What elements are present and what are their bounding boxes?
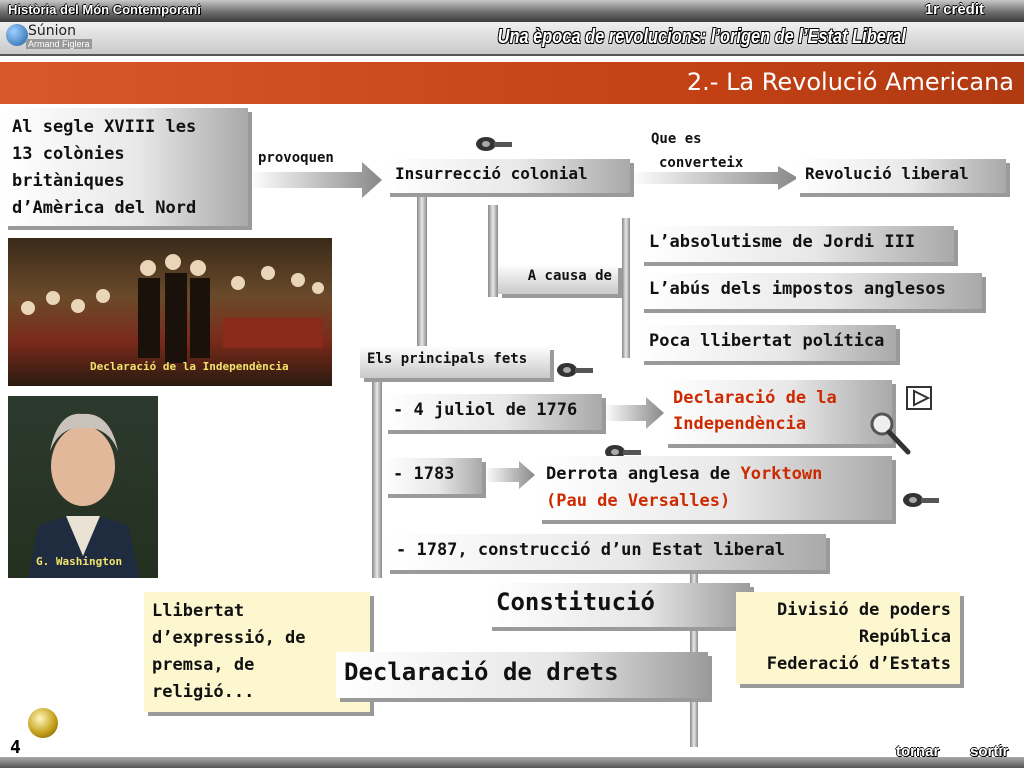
page-number: 4	[10, 737, 21, 758]
rights-box: Declaració de drets	[336, 652, 708, 698]
insurrection-label: Insurrecció colonial	[395, 164, 588, 183]
cause-label: L’abús dels impostos anglesos	[649, 279, 946, 299]
header-top-bar: Història del Món Contemporani 1r crèdit	[0, 0, 1024, 22]
intro-box: Al segle XVIII les 13 colònies britàniqu…	[4, 108, 248, 226]
rights-line: religió...	[152, 682, 255, 702]
cause-label: Poca llibertat política	[649, 331, 885, 351]
declaration-independence-box[interactable]: Declaració de la Independència	[664, 380, 892, 444]
a-causa-de-box: A causa de	[498, 264, 618, 294]
constitution-box: Constitució	[488, 583, 750, 627]
liberal-revolution-box: Revolució liberal	[796, 159, 1006, 193]
rights-line: d’expressió, de	[152, 628, 306, 648]
film-reel-icon[interactable]	[474, 134, 514, 154]
insurrection-box: Insurrecció colonial	[386, 159, 630, 193]
constitution-details: Divisió de poders República Federació d’…	[736, 592, 960, 684]
liberal-revolution-label: Revolució liberal	[805, 164, 969, 183]
rights-line: premsa, de	[152, 655, 255, 675]
logo-name: Súnion	[28, 23, 76, 39]
event-1787-label: - 1787, construcció d’un Estat liberal	[396, 540, 785, 560]
event-1783-box: - 1783	[384, 458, 482, 494]
footer-bar	[0, 757, 1024, 768]
connector-bar	[417, 196, 427, 346]
course-title: Història del Món Contemporani	[8, 2, 201, 17]
film-reel-icon[interactable]	[901, 490, 941, 510]
logo-globe-icon	[6, 24, 28, 46]
label-provoquen: provoquen	[258, 150, 334, 166]
magnifier-icon[interactable]	[868, 410, 912, 456]
intro-line: Al segle XVIII les	[12, 117, 197, 137]
gold-button-icon[interactable]	[28, 708, 58, 738]
rights-line: Llibertat	[152, 601, 245, 621]
arrow-icon	[604, 397, 664, 429]
painting-image: Declaració de la Independència	[8, 238, 332, 386]
constitution-item: Divisió de poders	[777, 600, 951, 620]
constitution-item: República	[858, 627, 951, 647]
portrait-image: G. Washington	[8, 396, 158, 578]
constitution-item: Federació d’Estats	[766, 654, 951, 674]
film-reel-icon[interactable]	[555, 360, 595, 380]
label-que-es: Que es	[651, 131, 702, 147]
constitution-title: Constitució	[496, 588, 655, 616]
connector-bar	[372, 378, 382, 578]
exit-link[interactable]: sortir	[970, 743, 1008, 760]
portrait-caption: G. Washington	[36, 555, 123, 568]
arrow-icon	[250, 162, 382, 198]
label-principals-fets: Els principals fets	[367, 351, 528, 367]
intro-line: britàniques	[12, 171, 125, 191]
yorktown-text: Derrota anglesa de	[546, 464, 741, 484]
rights-title: Declaració de drets	[344, 658, 619, 686]
header-sub-bar: Súnion Armand Figlera Una època de revol…	[0, 22, 1024, 56]
yorktown-box: Derrota anglesa de Yorktown (Pau de Vers…	[538, 456, 892, 520]
intro-line: 13 colònies	[12, 144, 125, 164]
label-a-causa-de: A causa de	[527, 268, 612, 284]
logo-author: Armand Figlera	[26, 39, 92, 49]
event-1783-label: - 1783	[393, 464, 455, 484]
event-1776-label: - 4 juliol de 1776	[393, 400, 578, 420]
unit-title: Una època de revolucions: l’origen de l’…	[497, 26, 906, 48]
painting-caption: Declaració de la Independència	[90, 360, 289, 373]
event-1776-box: - 4 juliol de 1776	[384, 394, 602, 430]
play-icon[interactable]	[906, 386, 932, 410]
event-1787-box: - 1787, construcció d’un Estat liberal	[386, 534, 826, 570]
section-title: 2.- La Revolució Americana	[686, 68, 1014, 96]
declaration-link-line[interactable]: Independència	[673, 411, 883, 437]
declaration-link-line[interactable]: Declaració de la	[673, 385, 883, 411]
versailles-text: (Pau de Versalles)	[546, 491, 731, 511]
cause-label: L’absolutisme de Jordi III	[649, 232, 916, 252]
section-banner: 2.- La Revolució Americana	[0, 62, 1024, 104]
principals-fets-box: Els principals fets	[360, 346, 550, 378]
yorktown-highlight: Yorktown	[740, 464, 823, 484]
back-link[interactable]: tornar	[896, 743, 939, 760]
label-converteix: converteix	[659, 155, 744, 171]
cause-item: Poca llibertat política	[640, 325, 896, 361]
cause-item: L’absolutisme de Jordi III	[640, 226, 954, 262]
credit-label: 1r crèdit	[924, 1, 984, 18]
arrow-icon	[485, 461, 535, 489]
connector-bar	[488, 205, 498, 297]
intro-line: d’Amèrica del Nord	[12, 198, 197, 218]
connector-bar	[622, 218, 630, 358]
cause-item: L’abús dels impostos anglesos	[640, 273, 982, 309]
